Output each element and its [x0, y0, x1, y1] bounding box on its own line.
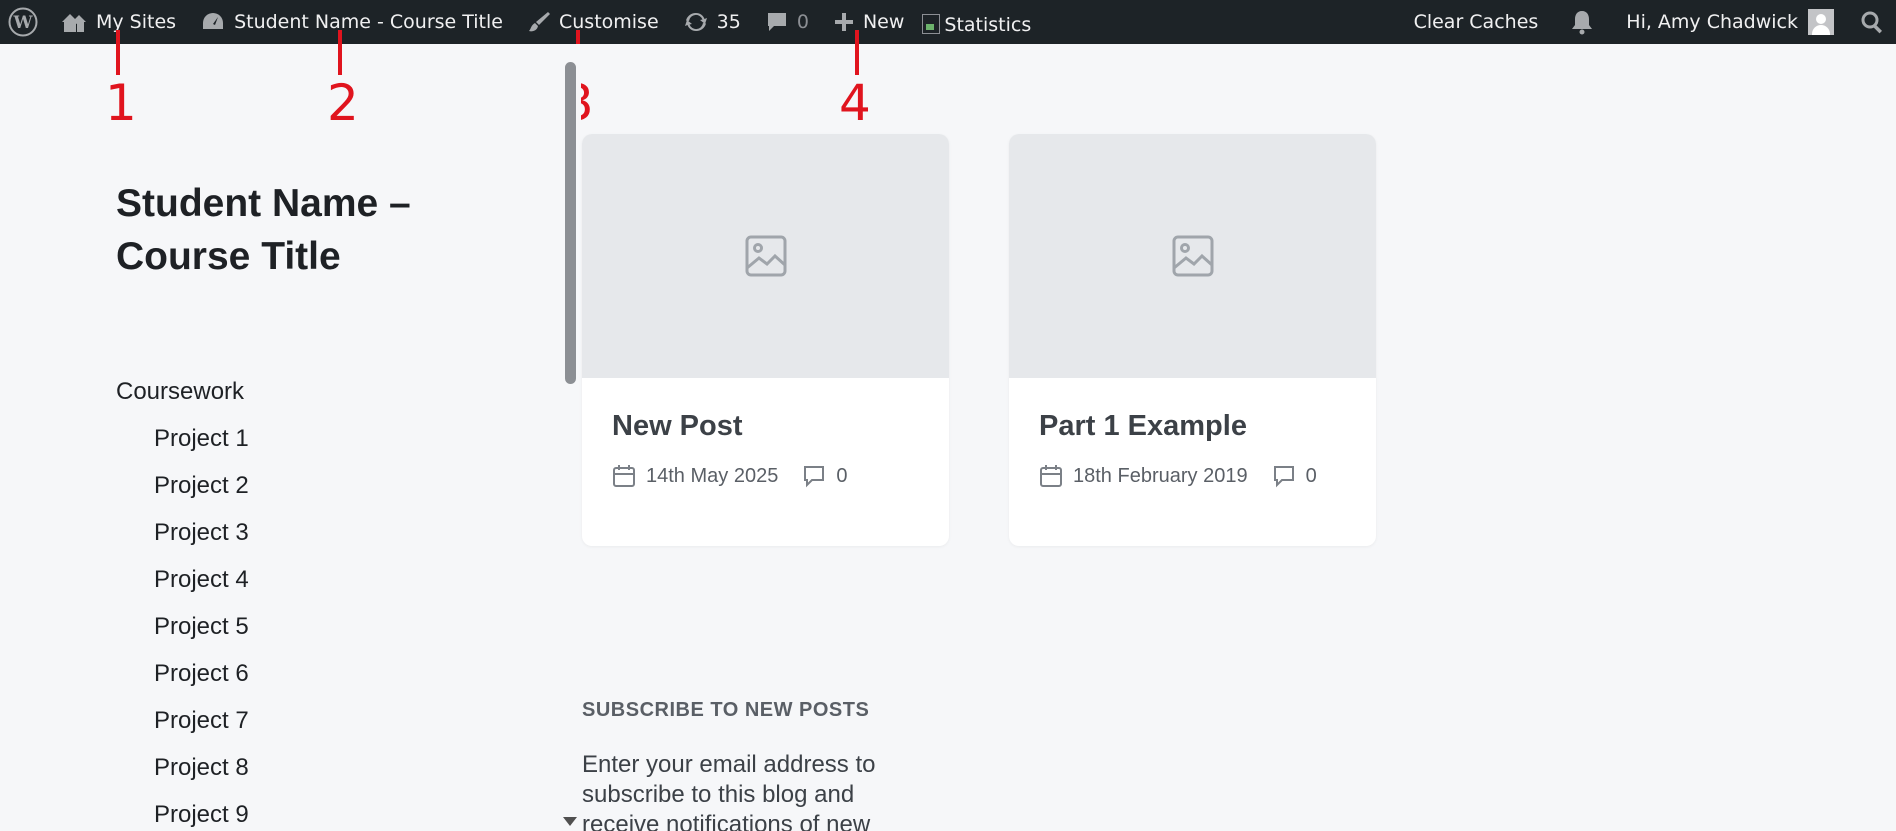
user-greeting: Hi, Amy Chadwick — [1626, 11, 1798, 33]
dashboard-icon — [203, 13, 224, 29]
post-thumbnail[interactable] — [1009, 134, 1376, 378]
post-title[interactable]: New Post — [612, 410, 743, 443]
comment-icon — [804, 466, 825, 488]
nav-item-project-8[interactable]: Project 8 — [116, 744, 249, 791]
nav-item-project-4[interactable]: Project 4 — [116, 556, 249, 603]
site-navigation: Coursework Project 1 Project 2 Project 3… — [116, 368, 249, 831]
image-placeholder-icon — [745, 235, 786, 277]
subscribe-description: Enter your email address to subscribe to… — [582, 751, 876, 831]
annotation-number-2: 2 — [327, 74, 359, 132]
scrollbar-thumb[interactable] — [565, 62, 576, 384]
post-comment-count[interactable]: 0 — [836, 465, 847, 488]
wordpress-icon: W — [8, 7, 38, 37]
annotation-line-1 — [116, 30, 120, 75]
broken-image-icon — [922, 14, 941, 34]
updates-button[interactable]: 35 — [671, 0, 753, 44]
comments-button[interactable]: 0 — [753, 0, 821, 44]
my-sites-icon — [62, 14, 86, 32]
site-name-menu[interactable]: Student Name - Course Title — [188, 0, 515, 44]
search-icon — [1861, 11, 1883, 34]
subscribe-heading: SUBSCRIBE TO NEW POSTS — [582, 699, 870, 721]
calendar-icon — [613, 465, 635, 487]
post-thumbnail[interactable] — [582, 134, 949, 378]
admin-bar: W My Sites Student Name - Course Title C… — [0, 0, 1896, 44]
site-name-label: Student Name - Course Title — [234, 11, 503, 33]
customise-label: Customise — [558, 11, 659, 33]
image-placeholder-icon — [1172, 235, 1213, 277]
svg-text:W: W — [12, 13, 33, 33]
notifications-button[interactable] — [1550, 0, 1614, 44]
annotation-line-2 — [338, 30, 342, 75]
scroll-down-arrow-icon[interactable] — [563, 817, 577, 826]
paintbrush-icon — [528, 12, 550, 32]
nav-item-project-5[interactable]: Project 5 — [116, 603, 249, 650]
post-card[interactable]: New Post 14th May 2025 0 — [582, 134, 949, 546]
search-button[interactable] — [1846, 0, 1896, 44]
annotation-number-4: 4 — [839, 74, 871, 132]
clear-caches-button[interactable]: Clear Caches — [1402, 0, 1551, 44]
nav-item-coursework[interactable]: Coursework — [116, 368, 249, 415]
post-title[interactable]: Part 1 Example — [1039, 410, 1247, 443]
nav-item-project-6[interactable]: Project 6 — [116, 650, 249, 697]
calendar-icon — [1040, 465, 1062, 487]
avatar — [1808, 9, 1834, 35]
statistics-link[interactable]: Statistics — [916, 0, 1043, 44]
post-comment-count[interactable]: 0 — [1306, 465, 1317, 488]
wordpress-logo-button[interactable]: W — [0, 0, 48, 44]
new-content-menu[interactable]: New — [821, 0, 916, 44]
new-label: New — [862, 11, 905, 33]
my-sites-label: My Sites — [96, 11, 177, 33]
updates-count: 35 — [716, 11, 741, 33]
nav-item-project-2[interactable]: Project 2 — [116, 462, 249, 509]
bell-icon — [1572, 11, 1593, 35]
comments-count: 0 — [796, 11, 809, 33]
updates-icon — [684, 12, 707, 32]
annotation-line-4 — [855, 30, 859, 75]
user-account-menu[interactable]: Hi, Amy Chadwick — [1614, 0, 1846, 44]
nav-item-project-7[interactable]: Project 7 — [116, 697, 249, 744]
site-title[interactable]: Student Name – Course Title — [116, 177, 536, 283]
post-card[interactable]: Part 1 Example 18th February 2019 0 — [1009, 134, 1376, 546]
comment-bubble-icon — [767, 13, 786, 31]
customise-button[interactable]: Customise — [515, 0, 671, 44]
comment-icon — [1273, 466, 1294, 488]
clear-caches-label: Clear Caches — [1413, 11, 1539, 33]
statistics-alt-text: Statistics — [944, 14, 1032, 36]
post-date[interactable]: 18th February 2019 — [1073, 465, 1248, 488]
post-meta: 14th May 2025 0 — [612, 464, 847, 488]
annotation-number-1: 1 — [105, 74, 137, 132]
nav-item-project-9[interactable]: Project 9 — [116, 791, 249, 831]
plus-icon — [834, 13, 853, 31]
post-date[interactable]: 14th May 2025 — [646, 465, 778, 488]
nav-item-project-1[interactable]: Project 1 — [116, 415, 249, 462]
post-meta: 18th February 2019 0 — [1039, 464, 1317, 488]
nav-item-project-3[interactable]: Project 3 — [116, 509, 249, 556]
